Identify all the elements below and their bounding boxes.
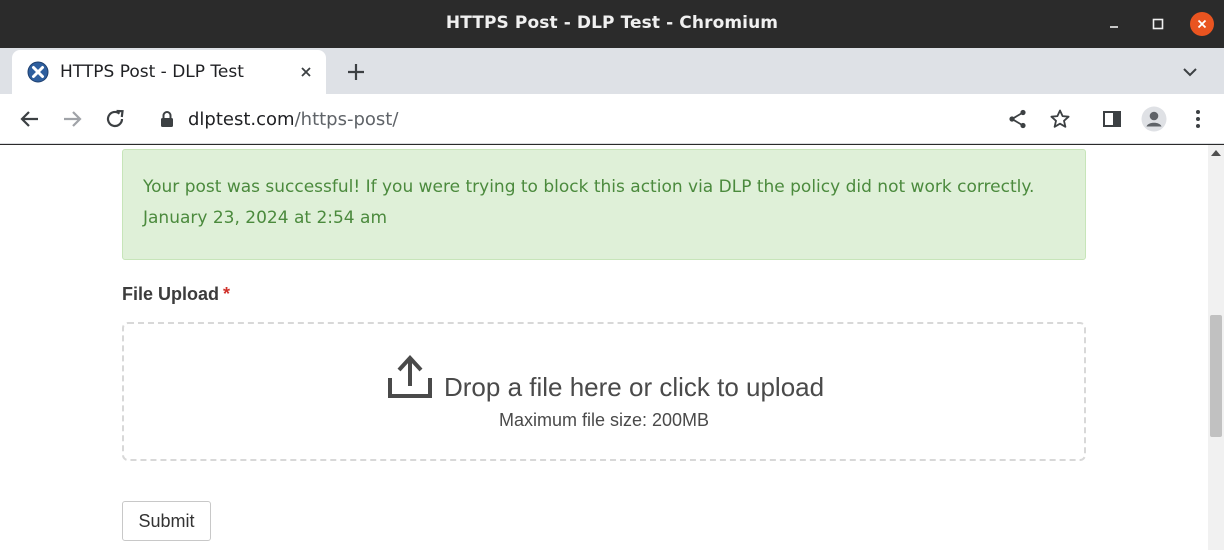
title-bar: HTTPS Post - DLP Test - Chromium	[0, 0, 1224, 48]
lock-icon	[161, 111, 173, 127]
maximize-button[interactable]	[1146, 12, 1170, 36]
close-icon	[1197, 19, 1207, 29]
star-icon	[1050, 109, 1070, 128]
drop-zone-text: Drop a file here or click to upload	[444, 372, 825, 402]
side-panel-button[interactable]	[1098, 105, 1126, 133]
required-marker: *	[223, 284, 231, 304]
url-host: dlptest.com	[188, 109, 295, 130]
reload-icon	[106, 109, 124, 128]
chevron-down-icon	[1183, 68, 1197, 77]
plus-icon	[348, 64, 364, 80]
upload-icon	[388, 355, 432, 398]
profile-button[interactable]	[1140, 105, 1168, 133]
browser-window: HTTPS Post - DLP Test - Chromium HTTPS P…	[0, 0, 1224, 550]
file-upload-label: File Upload *	[122, 284, 230, 305]
scrollbar-thumb[interactable]	[1210, 315, 1222, 437]
new-tab-button[interactable]	[343, 59, 369, 85]
success-date: January 23, 2024 at 2:54 am	[143, 208, 388, 228]
arrow-left-icon	[20, 111, 38, 127]
tab-strip: HTTPS Post - DLP Test	[0, 48, 1224, 94]
window-title: HTTPS Post - DLP Test - Chromium	[445, 13, 779, 33]
success-alert: Your post was successful! If you were tr…	[122, 149, 1086, 260]
maximize-icon	[1152, 18, 1164, 30]
url-path: /https-post/	[294, 109, 399, 130]
close-icon	[301, 67, 311, 77]
file-upload-label-text: File Upload	[122, 284, 220, 304]
submit-button[interactable]: Submit	[122, 501, 211, 541]
forward-button[interactable]	[58, 105, 86, 133]
browser-toolbar: dlptest.com/https-post/	[0, 94, 1224, 144]
max-file-size-text: Maximum file size: 200MB	[498, 410, 710, 430]
minimize-button[interactable]	[1102, 12, 1126, 36]
url-text: dlptest.com/https-post/	[188, 109, 398, 130]
reload-button[interactable]	[101, 105, 129, 133]
kebab-menu-icon	[1196, 110, 1200, 128]
tab-close-button[interactable]	[296, 62, 316, 82]
tab-title: HTTPS Post - DLP Test	[60, 62, 244, 82]
dlp-x-logo-icon	[27, 61, 49, 83]
tab-search-button[interactable]	[1177, 59, 1203, 85]
success-message: Your post was successful! If you were tr…	[143, 177, 1035, 197]
tab-https-post[interactable]: HTTPS Post - DLP Test	[12, 50, 326, 94]
side-panel-icon	[1103, 111, 1121, 127]
close-window-button[interactable]	[1190, 12, 1214, 36]
address-bar[interactable]: dlptest.com/https-post/	[144, 99, 1094, 139]
share-icon	[1009, 109, 1026, 129]
avatar-icon	[1141, 106, 1167, 132]
share-button[interactable]	[1004, 105, 1032, 133]
file-drop-zone[interactable]: Drop a file here or click to upload Maxi…	[122, 322, 1086, 461]
scroll-up-arrow-icon[interactable]	[1211, 150, 1221, 156]
back-button[interactable]	[16, 105, 44, 133]
page-content: Your post was successful! If you were tr…	[0, 145, 1208, 550]
arrow-right-icon	[64, 111, 82, 127]
bookmark-button[interactable]	[1046, 105, 1074, 133]
minimize-icon	[1110, 26, 1118, 28]
menu-button[interactable]	[1184, 105, 1212, 133]
page-scrollbar[interactable]	[1208, 145, 1224, 550]
